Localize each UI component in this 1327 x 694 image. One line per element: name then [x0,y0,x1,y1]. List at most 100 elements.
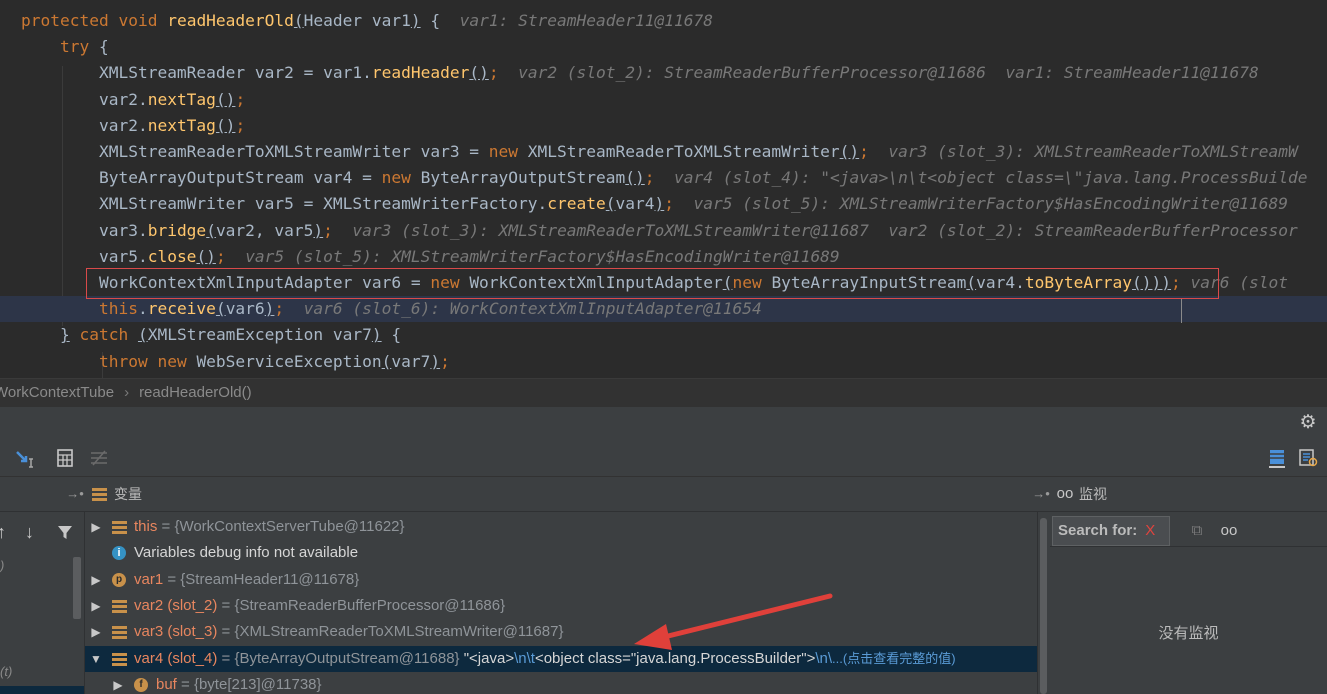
variable-text: var3 (slot_3) = {XMLStreamReaderToXMLStr… [134,619,563,645]
pin-arrow-icon[interactable]: →• [1030,483,1052,505]
expand-arrow-icon[interactable]: ▶ [111,672,125,694]
code-token: ) [264,299,275,319]
code-token: ByteArrayOutputStream var4 = [98,168,382,188]
code-token: protected [21,11,119,30]
variable-row[interactable]: ▶ var3 (slot_3) = {XMLStreamReaderToXMLSt… [85,619,1037,645]
filter-icon[interactable] [56,523,74,541]
code-line[interactable]: var2.nextTag(); [0,113,1327,139]
frame-item[interactable]: ) [0,558,4,573]
code-line[interactable]: var2.nextTag(); [0,87,1327,113]
scrollbar-thumb[interactable] [1040,518,1047,694]
debug-toolbar [0,440,1327,477]
field-icon [112,625,127,640]
code-token: XMLStreamReaderToXMLStreamWriter [527,142,840,161]
expand-arrow-icon[interactable]: ▶ [89,619,103,645]
frames-scrollbar[interactable] [73,557,81,619]
code-line[interactable]: XMLStreamWriter var5 = XMLStreamWriterFa… [0,191,1327,217]
arrow-down-icon[interactable]: ↓ [25,522,34,543]
variable-row[interactable]: i Variables debug info not available [85,540,1037,566]
frame-item[interactable]: (t) [0,664,12,679]
variable-row[interactable]: ▶ f buf = {byte[213]@11738} [85,672,1037,694]
variable-value: = {ByteArrayOutputStream@11688} [217,649,464,667]
code-token: ( [293,11,304,30]
expand-arrow-icon[interactable]: ▶ [89,567,103,593]
code-editor[interactable]: protected void readHeaderOld(Header var1… [0,0,1327,378]
code-token: nextTag [147,115,216,135]
layout-icon[interactable] [1266,447,1288,469]
code-token: . [137,299,148,319]
field-icon [112,651,127,666]
code-line[interactable]: var3.bridge(var2, var5); var3 (slot_3): … [0,218,1327,244]
variable-name: var1 [134,570,164,588]
variable-row[interactable]: ▶ this = {WorkContextServerTube@11622} [85,514,1037,540]
code-token: ; [235,89,246,109]
code-token: () [625,168,645,188]
code-token: ( [206,220,216,240]
code-token: Header var1 [303,11,411,30]
variable-text: var4 (slot_4) = {ByteArrayOutputStream@1… [134,646,956,672]
code-token: ; [235,115,246,135]
code-token: () [839,142,860,161]
pin-arrow-icon[interactable]: →• [64,483,86,505]
variable-row[interactable]: ▶ var2 (slot_2) = {StreamReaderBufferProc… [85,593,1037,619]
escape-sequence: \n\ [815,649,833,667]
code-token: nextTag [147,89,216,109]
arrow-up-icon[interactable]: ↑ [0,522,6,543]
watch-search-box[interactable]: Search for: X [1052,516,1170,546]
code-token: ; [440,351,450,371]
code-line[interactable]: XMLStreamReaderToXMLStreamWriter var3 = … [0,139,1327,165]
copy-icon[interactable]: ⧉ [1186,520,1208,542]
variable-row[interactable]: ▶ p var1 = {StreamHeader11@11678} [85,567,1037,593]
code-token: ) [430,351,441,371]
variable-row[interactable]: ▼ var4 (slot_4) = {ByteArrayOutputStream@… [85,645,1037,672]
variable-text: var2 (slot_2) = {StreamReaderBufferProce… [134,593,505,619]
code-token: throw [98,351,158,371]
breadcrumb-method[interactable]: readHeaderOld() [139,379,252,407]
code-line[interactable]: } catch (XMLStreamException var7) { [0,322,1327,348]
breadcrumb-class[interactable]: WorkContextTube [0,379,114,407]
string-value: "<java> [463,649,515,667]
trace-icon[interactable] [88,447,110,469]
variables-scrollbar[interactable] [1037,512,1050,694]
variable-value: = {XMLStreamReaderToXMLStreamWriter@1168… [217,623,564,641]
code-token: ByteArrayOutputStream [420,168,626,188]
step-into-icon[interactable] [14,447,36,469]
code-token: XMLStreamException var7 [147,325,372,345]
code-line[interactable]: var5.close(); var5 (slot_5): XMLStreamWr… [0,244,1327,270]
gear-icon[interactable]: ⚙ [1297,412,1319,434]
calculator-icon[interactable] [54,447,76,469]
code-token: } [59,325,70,345]
code-token: var2, var5 [215,220,314,240]
expand-arrow-icon[interactable]: ▶ [89,593,103,619]
search-label: Search for: [1058,522,1138,539]
code-token: var7 [391,351,431,371]
code-line[interactable]: this.receive(var6); var6 (slot_6): WorkC… [0,296,1327,323]
frame-item-selected[interactable] [0,686,84,694]
watches-glasses-icon[interactable]: oo [1218,520,1240,542]
watches-tab-label[interactable]: 监视 [1079,477,1107,511]
text-cursor [1181,299,1182,323]
code-token: ; [215,246,226,266]
code-token: new [157,351,197,371]
breadcrumb-separator: › [124,384,130,401]
restore-layout-icon[interactable] [1297,447,1319,469]
code-line[interactable]: XMLStreamReader var2 = var1.readHeader()… [0,60,1327,86]
code-line[interactable]: protected void readHeaderOld(Header var1… [0,8,1327,34]
variables-tab-label[interactable]: 变量 [114,477,142,511]
inline-debug-hint: var4 (slot_4): "<java>\n\t<object class=… [674,168,1308,188]
collapse-arrow-icon[interactable]: ▼ [89,646,103,672]
view-full-value-link[interactable]: ...(点击查看完整的值) [832,651,956,666]
code-line[interactable]: try { [0,34,1327,60]
variable-name: var3 (slot_3) [134,623,218,641]
code-line[interactable]: ByteArrayOutputStream var4 = new ByteArr… [0,165,1327,191]
code-token: ( [381,351,392,371]
expand-arrow-icon[interactable]: ▶ [89,514,103,540]
clear-search-icon[interactable]: X [1145,522,1155,539]
code-line[interactable]: throw new WebServiceException(var7); [0,349,1327,375]
code-token: new [381,168,421,188]
code-token: catch [79,325,138,345]
